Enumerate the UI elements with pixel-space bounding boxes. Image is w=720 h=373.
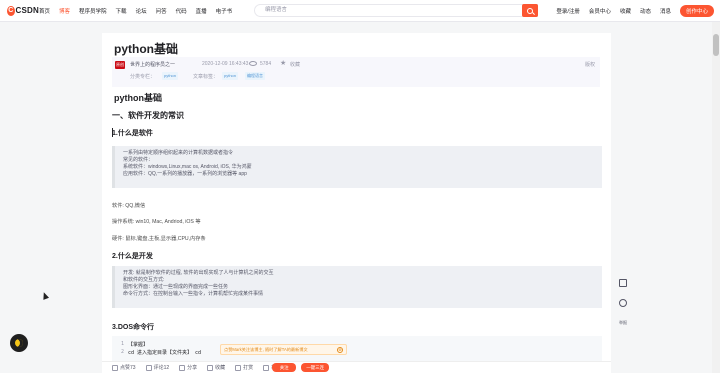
publish-date: 2020-12-09 16:43:43: [202, 61, 249, 67]
section-heading-development: 2.什么是开发: [112, 253, 153, 260]
author-name[interactable]: 世界上的程序员之一: [130, 61, 175, 68]
star-icon: [207, 364, 214, 371]
category-tag-python[interactable]: python: [162, 72, 179, 80]
article-toolbar: 点赞73 评论12 分享 收藏 打赏 举报 关注 一键三连: [102, 361, 611, 373]
nav-links: 首页 博客 程序员学院 下载 论坛 问答 代码 直播 电子书: [39, 7, 241, 15]
share-button[interactable]: 分享: [179, 364, 197, 371]
favorite-link[interactable]: 收藏: [290, 61, 300, 68]
side-report-tool[interactable]: 举报: [616, 318, 630, 326]
blockquote-software: 一系列由特定顺序组织起来的计算机数据或者指令 常见的软件： 系统软件：windo…: [112, 146, 602, 188]
moon-icon: [15, 339, 23, 347]
collect-button[interactable]: 收藏: [207, 364, 225, 371]
section-heading-software: 1.什么是软件: [112, 130, 153, 137]
share-icon: [179, 364, 186, 371]
favorites-link[interactable]: 收藏: [620, 7, 631, 15]
toast-text: 点赞Mark关注该博主, 随时了解TA的最新博文: [224, 347, 308, 352]
follow-tip-toast: 点赞Mark关注该博主, 随时了解TA的最新博文 ⊗: [220, 344, 347, 355]
paragraph-hardware: 硬件: 鼠标,键盘,主板,显示器,CPU,内存条: [112, 236, 206, 242]
side-service-tool[interactable]: [616, 299, 630, 307]
nav-link-code[interactable]: 代码: [176, 7, 187, 15]
quote-line: 和软件的交互方式:: [123, 277, 165, 283]
scrollbar-thumb[interactable]: [713, 34, 719, 56]
close-icon[interactable]: ⊗: [337, 346, 343, 353]
quote-line: 开发: 就是制作软件的过程, 软件的出现实现了人与计算机之间的交互: [123, 270, 274, 276]
messages-link[interactable]: 消息: [660, 7, 671, 15]
article-tag-language[interactable]: 编程语言: [245, 72, 265, 80]
logo-text: CSDN: [15, 6, 39, 15]
comment-icon: [145, 364, 152, 371]
comment-button[interactable]: 评论12: [145, 364, 170, 371]
code-line-number: 2: [121, 349, 125, 355]
nav-link-blog[interactable]: 博客: [59, 7, 70, 15]
mouse-cursor-icon: [40, 291, 50, 300]
nav-link-qa[interactable]: 问答: [156, 7, 167, 15]
search-button[interactable]: [522, 4, 538, 17]
code-line: cd 进入指定目录【文件夹】 cd: [128, 350, 202, 356]
create-center-button[interactable]: 创作中心: [679, 5, 714, 17]
original-badge: 原创: [115, 61, 125, 69]
nav-link-home[interactable]: 首页: [39, 7, 50, 15]
edit-icon: [619, 279, 627, 287]
quote-line: 应用软件：QQ,一系列的播放器，一系列的浏览器等 app: [123, 171, 247, 177]
vip-center-link[interactable]: 会员中心: [589, 7, 611, 15]
nav-link-live[interactable]: 直播: [196, 7, 207, 15]
thumbs-up-icon: [112, 364, 118, 371]
nav-link-forum[interactable]: 论坛: [136, 7, 147, 15]
logo-c-icon: C: [7, 5, 15, 16]
nav-link-ebook[interactable]: 电子书: [216, 7, 233, 15]
quote-line: 图形化界面：通过一些现成的界面完成一些任务: [123, 284, 229, 290]
category-label: 分类专栏：: [130, 74, 156, 80]
content-heading-1: python基础: [114, 93, 162, 103]
content-heading-2: 一、软件开发的常识: [112, 111, 184, 120]
eye-icon: [249, 61, 257, 66]
flag-icon: [263, 364, 270, 371]
like-label: 点赞73: [120, 365, 136, 371]
activity-link[interactable]: 动态: [640, 7, 651, 15]
article-card: python基础 原创 世界上的程序员之一 2020-12-09 16:43:4…: [102, 33, 611, 373]
reward-button[interactable]: 打赏: [235, 364, 253, 371]
blockquote-development: 开发: 就是制作软件的过程, 软件的出现实现了人与计算机之间的交互 和软件的交互…: [112, 266, 602, 308]
article-meta: 原创 世界上的程序员之一 2020-12-09 16:43:43 5784 ★ …: [112, 57, 600, 87]
article-tag-python[interactable]: python: [222, 72, 239, 80]
collect-label: 收藏: [215, 365, 226, 371]
share-label: 分享: [187, 365, 198, 371]
side-edit-tool[interactable]: [616, 279, 630, 287]
reward-icon: [235, 364, 242, 371]
code-block: 1 【掌握】 2 cd 进入指定目录【文件夹】 cd: [112, 336, 602, 362]
quote-line: 命令行方式：在控制台输入一些指令，计算机帮忙完成某件事情: [123, 291, 264, 297]
code-line: 【掌握】: [128, 342, 149, 348]
top-navbar: C CSDN 首页 博客 程序员学院 下载 论坛 问答 代码 直播 电子书 编程…: [0, 0, 720, 22]
triple-action-button[interactable]: 一键三连: [301, 363, 330, 372]
side-report-label: 举报: [619, 320, 627, 325]
star-icon[interactable]: ★: [280, 59, 286, 67]
section-heading-dos: 3.DOS命令行: [112, 324, 155, 331]
nav-link-download[interactable]: 下载: [116, 7, 127, 15]
quote-line: 系统软件：windows,Linux,mac os, Android, iOS,…: [123, 164, 252, 170]
quote-line: 一系列由特定顺序组织起来的计算机数据或者指令: [123, 150, 234, 156]
paragraph-os: 操作系统: win10, Mac, Andriod, iOS 等: [112, 219, 201, 225]
like-button[interactable]: 点赞73: [112, 364, 136, 371]
reward-label: 打赏: [243, 365, 254, 371]
article-title: python基础: [114, 42, 178, 56]
search-input[interactable]: 编程语言: [254, 4, 538, 17]
follow-button[interactable]: 关注: [272, 363, 297, 372]
tags-label: 文章标签：: [193, 74, 219, 80]
csdn-logo[interactable]: C CSDN: [7, 5, 39, 16]
page-scrollbar[interactable]: [712, 22, 720, 373]
code-line-number: 1: [121, 341, 125, 347]
headset-icon: [619, 299, 627, 307]
paragraph-software: 软件: QQ,微信: [112, 203, 146, 209]
search-icon: [527, 7, 533, 14]
nav-link-academy[interactable]: 程序员学院: [79, 7, 107, 15]
view-count: 5784: [260, 61, 272, 67]
copyright-label: 版权: [584, 62, 595, 68]
quote-line: 常见的软件：: [123, 157, 154, 163]
comment-label: 评论12: [153, 365, 170, 371]
user-nav: 登录/注册 会员中心 收藏 动态 消息 创作中心: [547, 0, 714, 22]
dark-mode-button[interactable]: [10, 334, 28, 352]
login-link[interactable]: 登录/注册: [556, 7, 580, 15]
